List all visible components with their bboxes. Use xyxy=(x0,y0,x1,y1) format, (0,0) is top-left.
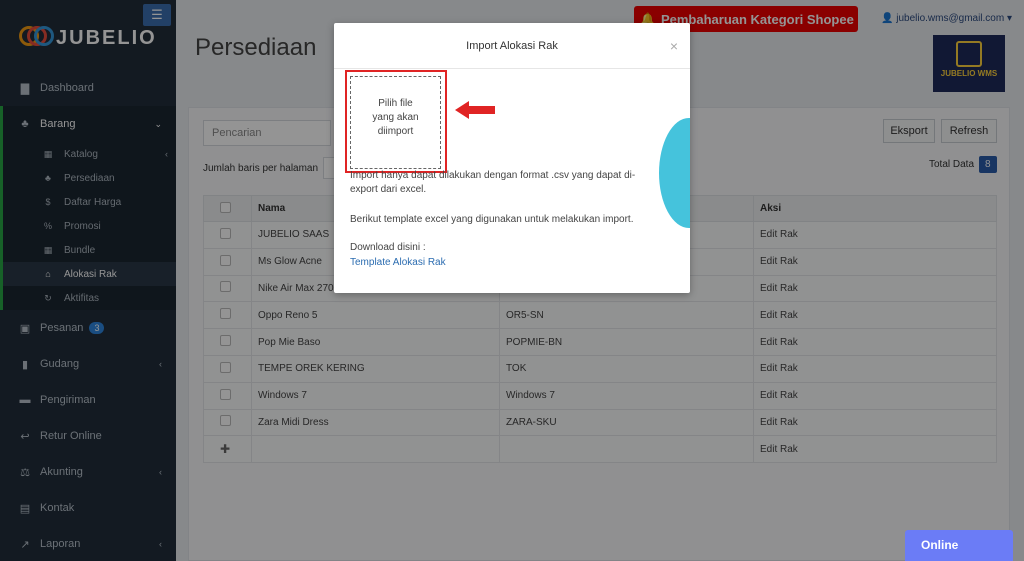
template-download-link[interactable]: Template Alokasi Rak xyxy=(350,256,660,270)
modal-title: Import Alokasi Rak xyxy=(466,40,558,52)
dropzone-line: yang akan xyxy=(372,112,419,123)
dropzone-line: diimport xyxy=(377,126,414,137)
template-note: Berikut template excel yang digunakan un… xyxy=(350,214,634,225)
download-label: Download disini : xyxy=(350,242,426,253)
import-alokasi-rak-modal: Import Alokasi Rak × Pilih file yang aka… xyxy=(334,23,690,293)
modal-header: Import Alokasi Rak × xyxy=(334,23,690,69)
close-icon[interactable]: × xyxy=(670,23,678,69)
decorative-circle xyxy=(659,118,690,228)
file-dropzone[interactable]: Pilih file yang akan diimport xyxy=(350,76,441,169)
arrow-left-icon xyxy=(455,101,495,119)
dropzone-line: Pilih file xyxy=(378,98,413,109)
online-chat-button[interactable]: Online xyxy=(905,530,1013,561)
import-format-note: Import hanya dapat dilakukan dengan form… xyxy=(350,170,636,195)
